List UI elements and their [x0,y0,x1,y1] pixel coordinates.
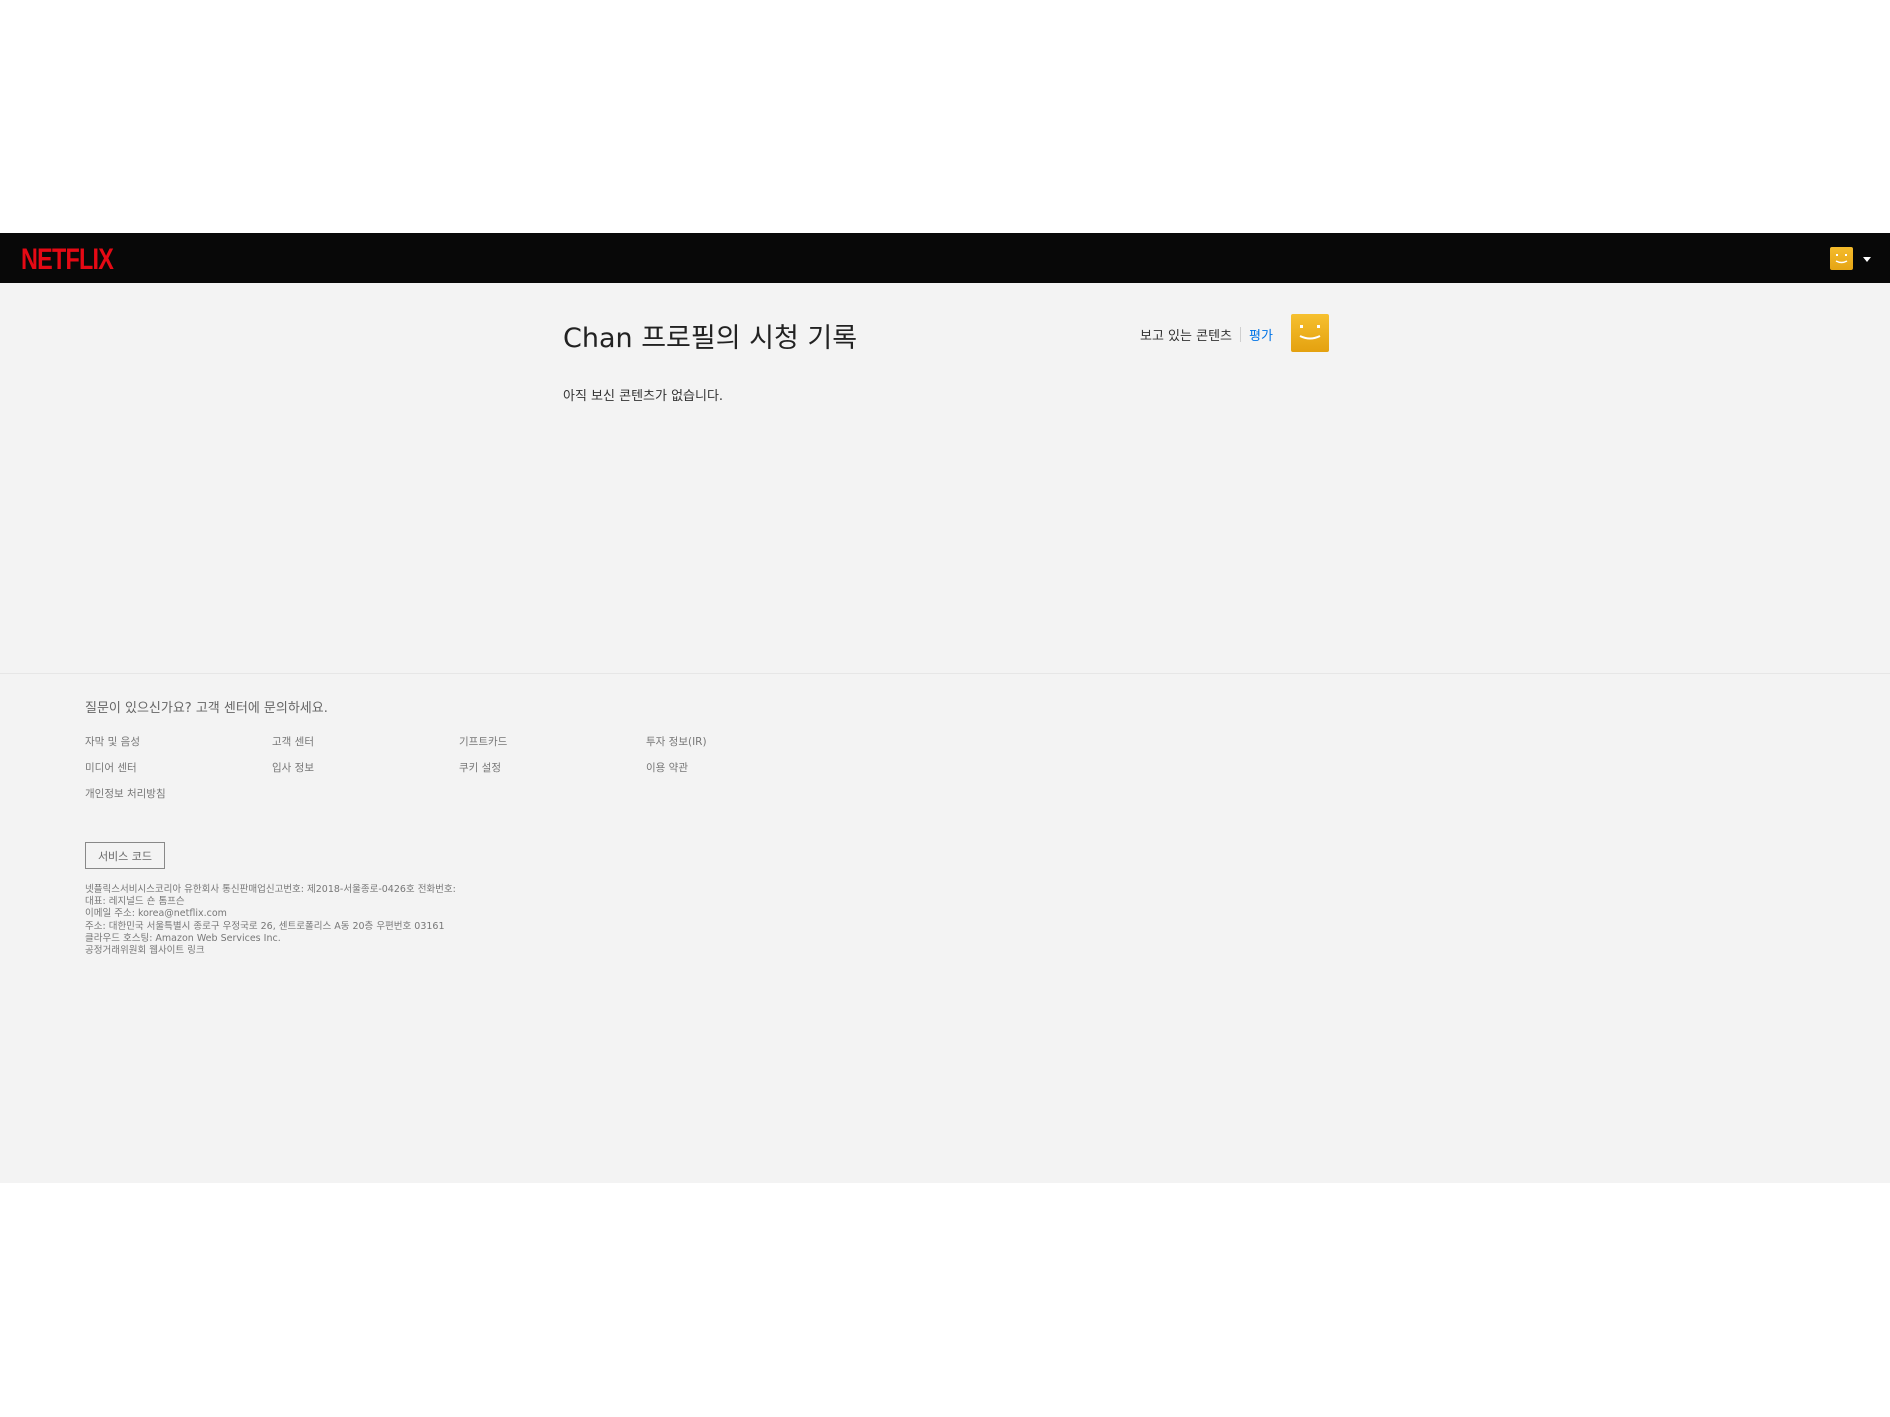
top-blank-area [0,0,1890,233]
empty-history-message: 아직 보신 콘텐츠가 없습니다. [563,389,724,404]
smiley-avatar-icon[interactable] [1830,247,1853,270]
footer-link-investor-relations[interactable]: 투자 정보(IR) [646,734,833,749]
viewing-activity-section: Chan 프로필의 시청 기록 보고 있는 콘텐츠 평가 아직 보신 콘텐츠가 … [0,283,1890,673]
footer-links: 자막 및 음성 고객 센터 기프트카드 투자 정보(IR) 미디어 센터 입사 … [85,734,835,801]
footer-link-privacy[interactable]: 개인정보 처리방침 [85,786,272,801]
footer-question[interactable]: 질문이 있으신가요? 고객 센터에 문의하세요. [85,697,328,716]
footer-link-audio-subtitles[interactable]: 자막 및 음성 [85,734,272,749]
legal-line: 주소: 대한민국 서울특별시 종로구 우정국로 26, 센트로폴리스 A동 20… [85,920,445,932]
footer-link-jobs[interactable]: 입사 정보 [272,760,459,775]
legal-line: 넷플릭스서비시스코리아 유한회사 통신판매업신고번호: 제2018-서울종로-0… [85,884,456,895]
legal-line: 대표: 레지널드 숀 톰프슨 [85,896,185,908]
site-footer: 질문이 있으신가요? 고객 센터에 문의하세요. 자막 및 음성 고객 센터 기… [0,673,1890,1183]
activity-tabs: 보고 있는 콘텐츠 평가 [1140,325,1273,344]
service-code-button[interactable]: 서비스 코드 [85,842,165,869]
top-nav-bar: NETFLIX [0,233,1890,283]
legal-info: 넷플릭스서비시스코리아 유한회사 통신판매업신고번호: 제2018-서울종로-0… [85,884,456,957]
footer-link-media-center[interactable]: 미디어 센터 [85,760,272,775]
bottom-blank-area [0,1183,1890,1417]
tab-rating[interactable]: 평가 [1249,325,1273,344]
page-title: Chan 프로필의 시청 기록 [563,323,858,354]
tab-divider [1240,327,1241,342]
footer-link-gift-cards[interactable]: 기프트카드 [459,734,646,749]
tab-watching[interactable]: 보고 있는 콘텐츠 [1140,325,1232,344]
caret-down-icon[interactable] [1863,257,1871,262]
footer-link-terms-of-use[interactable]: 이용 약관 [646,760,833,775]
footer-link-help-center[interactable]: 고객 센터 [272,734,459,749]
profile-avatar-icon [1291,314,1329,352]
footer-link-cookie-preferences[interactable]: 쿠키 설정 [459,760,646,775]
netflix-logo[interactable]: NETFLIX [21,243,114,277]
legal-line: 클라우드 호스팅: Amazon Web Services Inc. [85,932,281,944]
legal-line: 이메일 주소: korea@netflix.com [85,908,227,920]
ftc-website-link[interactable]: 공정거래위원회 웹사이트 링크 [85,945,456,957]
